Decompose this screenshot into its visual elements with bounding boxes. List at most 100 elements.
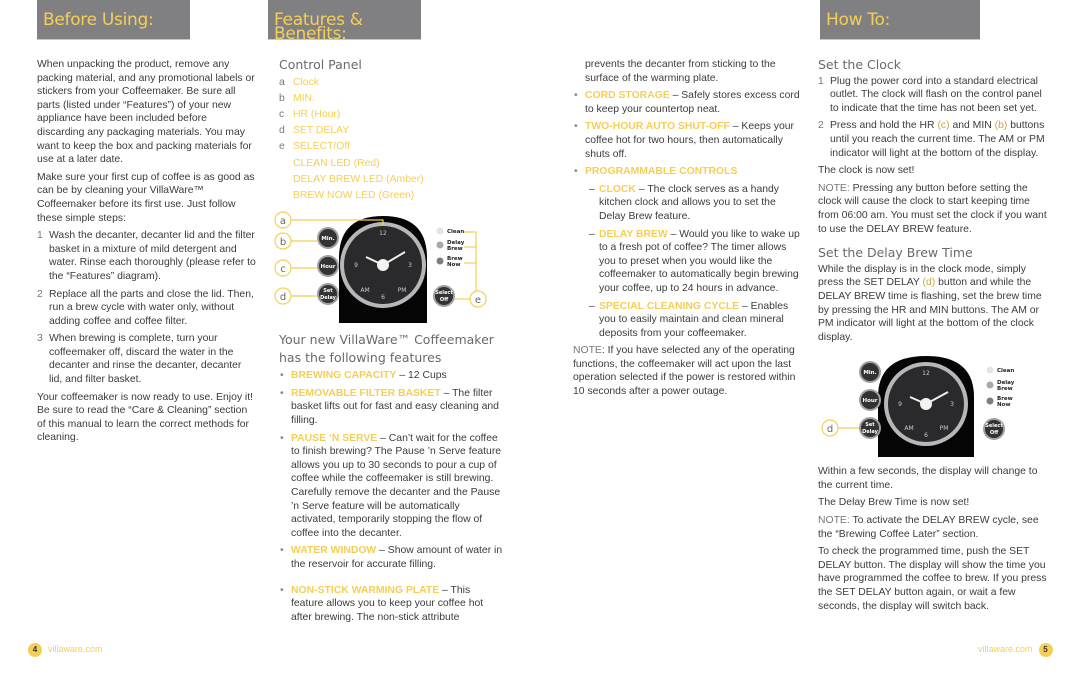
ref-b: (b) — [994, 120, 1008, 132]
set-delay-heading: Set the Delay Brew Time — [818, 245, 973, 261]
dial-pm: PM — [940, 425, 949, 432]
dial-pm: PM — [398, 287, 407, 294]
set-delay-instructions: While the display is in the clock mode, … — [818, 263, 1048, 345]
set-delay-button[interactable]: Set Delay — [317, 283, 339, 306]
step-text: Wash the decanter, decanter lid and the … — [49, 230, 256, 282]
note-text: : If you have selected any of the operat… — [573, 345, 796, 398]
step-item: 3 When brewing is complete, turn your cof… — [37, 332, 257, 386]
delay-brew-led: Delay Brew — [436, 240, 465, 252]
feature-keyword: WATER WINDOW — [291, 545, 377, 557]
step-number: 2 — [37, 288, 43, 300]
ref-c: (c) — [937, 120, 950, 132]
feature-text: – Can’t wait for the coffee to finish br… — [291, 432, 502, 539]
control-letter: c — [279, 109, 285, 120]
website-link[interactable]: villaware.com — [48, 643, 103, 657]
features-heading-line2: has the following features — [279, 350, 442, 366]
min-button[interactable]: Min. — [859, 361, 881, 384]
feature-keyword: NON-STICK WARMING PLATE — [291, 584, 440, 596]
check-time-text: To check the programmed time, push the S… — [818, 546, 1047, 612]
dial-3: 3 — [408, 262, 412, 269]
features-continued-column: prevents the decanter from sticking to t… — [573, 58, 805, 403]
feature-item: • REMOVABLE FILTER BASKET – The filter ba… — [280, 387, 499, 426]
website-link[interactable]: villaware.com — [978, 643, 1033, 657]
footer-left: 4 villaware.com — [28, 643, 103, 657]
feature-continued-text: prevents the decanter from sticking to t… — [585, 59, 776, 84]
how-to-column: Set the Clock 1 Plug the power cord into … — [818, 58, 1048, 617]
footer-right: villaware.com 5 — [978, 643, 1053, 657]
page-number-badge: 4 — [28, 643, 42, 657]
hour-button-label: Hour — [320, 264, 335, 270]
cleaning-steps: 1 Wash the decanter, decanter lid and the… — [37, 229, 257, 387]
led-label: Brew — [447, 246, 463, 252]
clock-set-confirmation: The clock is now set! — [818, 165, 915, 177]
dial-center — [920, 398, 932, 411]
note-label: NOTE: — [818, 182, 850, 194]
dial-12: 12 — [922, 370, 930, 377]
dial-am: AM — [904, 425, 913, 432]
step-item: 2 Press and hold the HR (c) and MIN (b) b… — [818, 119, 1048, 160]
control-item: b MIN. — [279, 91, 504, 107]
control-label: SELECT/Off — [293, 141, 350, 153]
control-item: e SELECT/Off — [279, 139, 504, 155]
sub-feature-keyword: CLOCK — [599, 183, 636, 195]
led-label: Clean — [447, 229, 464, 235]
set-delay-diagram: 12 3 6 9 AM PM Min. Hour Set Delay Selec… — [818, 352, 1018, 458]
clean-led: Clean — [986, 366, 1014, 374]
hour-button[interactable]: Hour — [859, 389, 881, 412]
intro-paragraph: When unpacking the product, remove any p… — [37, 59, 255, 166]
hour-button[interactable]: Hour — [317, 255, 339, 278]
step-number: 1 — [818, 75, 824, 87]
led-label: Brew — [997, 386, 1013, 392]
control-item: BREW NOW LED (Green) — [279, 188, 504, 204]
control-label: CLEAN LED (Red) — [293, 157, 380, 169]
step-text: and MIN — [949, 120, 995, 132]
control-label: Clock — [293, 76, 319, 88]
led-label: Clean — [997, 368, 1014, 374]
feature-item: • PROGRAMMABLE CONTROLS — [574, 166, 738, 178]
control-item: d SET DELAY — [279, 123, 504, 139]
step-text: Press and hold the HR — [830, 120, 938, 132]
control-item: DELAY BREW LED (Amber) — [279, 172, 504, 188]
delay-label: Delay — [320, 295, 336, 301]
control-label: DELAY BREW LED (Amber) — [293, 173, 424, 185]
display-change-text: Within a few seconds, the display will c… — [818, 466, 1038, 491]
dial-12: 12 — [379, 230, 387, 237]
control-letter: e — [279, 141, 285, 153]
control-label: MIN. — [293, 92, 315, 104]
feature-text: – 12 Cups — [396, 370, 447, 382]
brew-now-led: Brew Now — [986, 396, 1013, 408]
outro-paragraph: Your coffeemaker is now ready to use. En… — [37, 391, 254, 444]
control-panel-diagram: 12 3 6 9 AM PM Min. Hour Set Delay Selec… — [261, 208, 491, 324]
feature-keyword: REMOVABLE FILTER BASKET — [291, 387, 441, 399]
before-using-column: When unpacking the product, remove any p… — [37, 58, 257, 449]
step-item: 2 Replace all the parts and close the lid… — [37, 288, 257, 329]
features-list: • BREWING CAPACITY – 12 Cups • REMOVABLE F… — [279, 369, 504, 624]
callout-c: c — [280, 264, 286, 275]
step-item: 1 Plug the power cord into a standard ele… — [818, 75, 1048, 116]
set-clock-steps: 1 Plug the power cord into a standard ele… — [818, 75, 1048, 161]
sub-feature-keyword: DELAY BREW — [599, 228, 668, 240]
delay-note: NOTE: To activate the DELAY BREW cycle, … — [818, 514, 1048, 541]
callout-b: b — [280, 237, 286, 248]
section-banner-how-to: How To: — [820, 0, 980, 40]
feature-item: • TWO-HOUR AUTO SHUT-OFF – Keeps your cof… — [574, 121, 794, 160]
feature-keyword: PROGRAMMABLE CONTROLS — [585, 166, 738, 178]
clock-note: NOTE: Pressing any button before setting… — [818, 182, 1048, 236]
feature-keyword: TWO-HOUR AUTO SHUT-OFF — [585, 121, 730, 133]
set-delay-button[interactable]: Set Delay — [859, 417, 881, 440]
set-clock-heading: Set the Clock — [818, 57, 901, 72]
select-off-button[interactable]: Select Off — [983, 418, 1005, 441]
sub-feature-item: – CLOCK – The clock serves as a handy kit… — [589, 183, 779, 222]
feature-item: • BREWING CAPACITY – 12 Cups — [280, 370, 447, 382]
intro-paragraph-2: Make sure your first cup of coffee is as… — [37, 171, 255, 224]
control-label: HR (Hour) — [293, 109, 341, 120]
ref-d: (d) — [922, 277, 936, 289]
control-label: SET DELAY — [293, 125, 350, 137]
set-delay-illustration: 12 3 6 9 AM PM Min. Hour Set Delay Selec… — [821, 356, 1015, 458]
select-off-button[interactable]: Select Off — [433, 285, 455, 308]
led-label: Now — [997, 402, 1010, 408]
min-button[interactable]: Min. — [317, 227, 339, 250]
step-item: 1 Wash the decanter, decanter lid and the… — [37, 229, 257, 283]
clean-led: Clean — [436, 227, 464, 235]
control-item: a Clock — [279, 75, 504, 91]
